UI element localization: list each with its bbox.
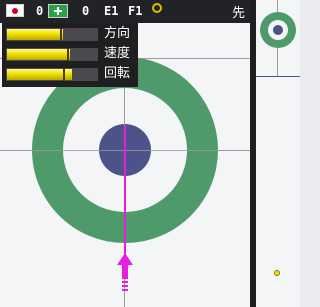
gauge-track (6, 48, 98, 61)
gauge-label: 速度 (104, 46, 131, 61)
stone-indicator-icon (152, 3, 162, 13)
frame-indicator: F1 (128, 4, 143, 18)
shot-gauges-panel: 方向 速度 回転 (2, 23, 138, 87)
gauge-spin[interactable]: 回転 (6, 66, 136, 83)
gauge-direction[interactable]: 方向 (6, 26, 136, 43)
aim-line[interactable] (124, 126, 126, 260)
aim-arrow-icon[interactable] (117, 253, 133, 295)
overview-stone (274, 270, 280, 276)
gauge-marker (63, 68, 65, 81)
overview-panel (256, 0, 300, 307)
gauge-marker (60, 28, 62, 41)
overview-hog-line (256, 76, 300, 77)
gauge-label: 回転 (104, 66, 131, 81)
gauge-track (6, 28, 98, 41)
gauge-label: 方向 (104, 26, 131, 41)
turn-indicator: 先 (231, 6, 245, 21)
ice-sheet[interactable]: 0 0 E1 F1 先 方向 速度 回転 (0, 0, 250, 307)
status-bar: 0 0 E1 F1 先 (0, 0, 250, 23)
end-indicator: E1 (104, 4, 119, 18)
team2-score: 0 (82, 4, 90, 18)
overview-house-button (273, 25, 283, 35)
japan-flag-icon (6, 4, 24, 17)
gauge-track (6, 68, 98, 81)
team-flag-icon (48, 4, 68, 18)
gauge-fill (7, 29, 63, 40)
gauge-marker (67, 48, 69, 61)
team1-score: 0 (36, 4, 44, 18)
gauge-speed[interactable]: 速度 (6, 46, 136, 63)
gauge-fill (7, 49, 70, 60)
